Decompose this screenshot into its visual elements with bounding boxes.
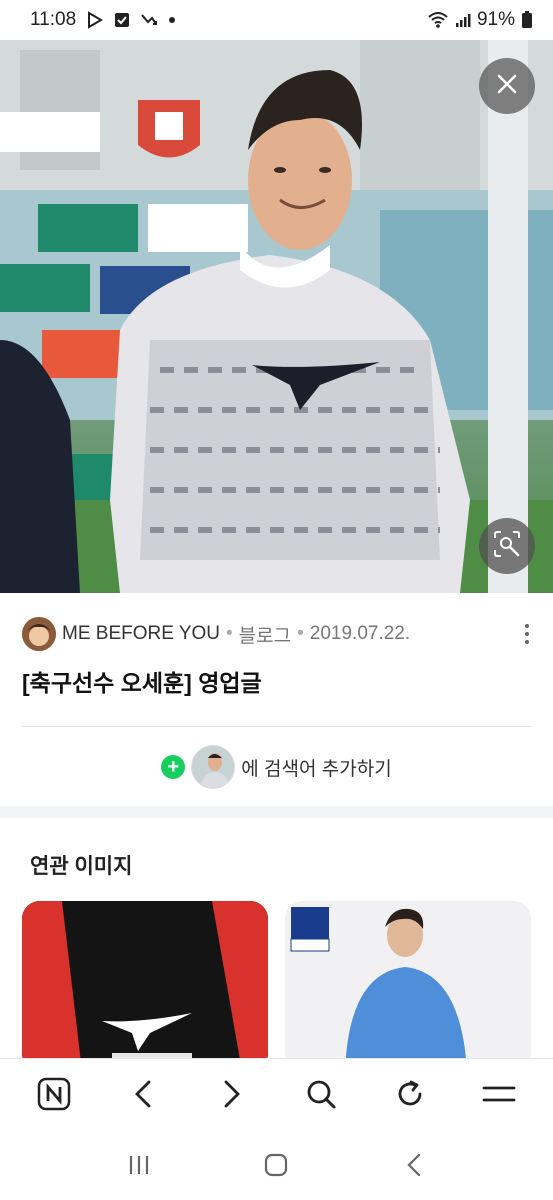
checkbox-icon — [114, 12, 130, 28]
refresh-icon — [394, 1078, 426, 1115]
related-image-1 — [22, 901, 268, 1071]
home-icon — [264, 1153, 288, 1182]
related-images-title: 연관 이미지 — [30, 855, 133, 878]
menu-icon — [482, 1083, 516, 1110]
search-button[interactable] — [291, 1067, 351, 1127]
separator-dot: • — [226, 623, 233, 644]
divider — [22, 726, 531, 727]
lens-search-icon — [492, 529, 522, 564]
source-date: 2019.07.22. — [309, 623, 411, 644]
forward-icon — [221, 1079, 243, 1114]
separator-dot: • — [297, 623, 304, 644]
forward-button[interactable] — [202, 1067, 262, 1127]
related-image-2 — [285, 901, 531, 1071]
system-back-button[interactable] — [384, 1137, 444, 1197]
naver-home-icon — [37, 1077, 71, 1116]
search-thumbnail — [191, 745, 236, 789]
more-options-button[interactable] — [517, 619, 537, 649]
back-button[interactable] — [113, 1067, 173, 1127]
search-icon — [305, 1078, 337, 1115]
hero-image[interactable] — [0, 40, 553, 593]
close-button[interactable] — [479, 58, 535, 114]
more-icon — [525, 624, 529, 628]
missed-call-icon — [140, 12, 158, 28]
wifi-icon — [427, 11, 449, 29]
add-search-term-button[interactable]: + 에 검색어 추가하기 — [0, 742, 553, 792]
related-image-card[interactable] — [285, 901, 531, 1071]
menu-button[interactable] — [469, 1067, 529, 1127]
back-icon — [406, 1153, 422, 1182]
post-title[interactable]: [축구선수 오세훈] 영업글 — [22, 664, 262, 698]
system-navigation-bar — [0, 1134, 553, 1200]
refresh-button[interactable] — [380, 1067, 440, 1127]
naver-home-button[interactable] — [24, 1067, 84, 1127]
signal-icon — [455, 12, 471, 28]
recent-apps-button[interactable] — [109, 1137, 169, 1197]
home-button[interactable] — [246, 1137, 306, 1197]
browser-bottom-nav — [0, 1058, 553, 1134]
back-icon — [132, 1079, 154, 1114]
source-name[interactable]: ME BEFORE YOU — [62, 623, 220, 645]
status-time: 11:08 — [30, 9, 77, 30]
close-icon — [495, 72, 519, 101]
battery-icon — [521, 11, 533, 29]
lens-search-button[interactable] — [479, 518, 535, 574]
source-type: 블로그 — [238, 625, 292, 647]
play-store-icon — [86, 11, 104, 29]
source-row[interactable]: ME BEFORE YOU • 블로그 • 2019.07.22. — [22, 614, 537, 654]
hero-photo-illustration — [0, 40, 553, 593]
source-avatar — [22, 617, 56, 651]
section-separator — [0, 806, 553, 818]
related-image-card[interactable] — [22, 901, 268, 1071]
battery-percent: 91% — [476, 9, 515, 30]
recent-apps-icon — [127, 1154, 151, 1181]
plus-icon: + — [161, 755, 186, 779]
notification-dot-icon — [168, 16, 176, 24]
add-search-label: 에 검색어 추가하기 — [241, 758, 392, 780]
status-bar: 11:08 91% — [0, 0, 553, 40]
